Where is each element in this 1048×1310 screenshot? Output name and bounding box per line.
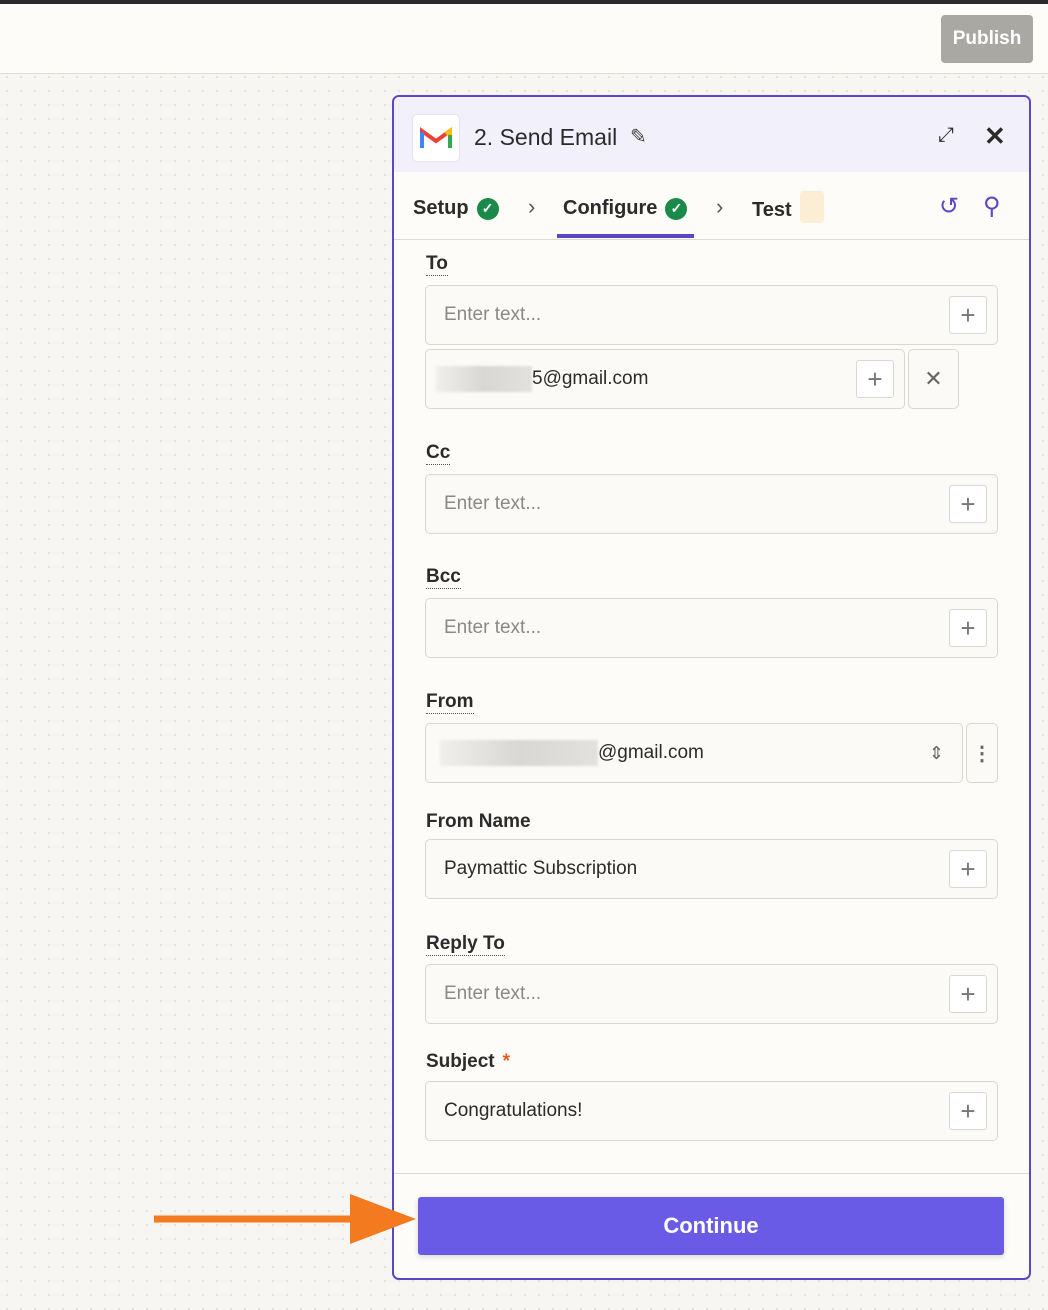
subject-label: Subject * [426,1051,510,1073]
reply-to-input[interactable]: Enter text... + [425,964,998,1024]
step-panel: 2. Send Email ✎ ⤢ ✕ Setup ✓ › Configure ✓ … [392,95,1031,1280]
redacted-text [436,366,532,392]
bcc-placeholder: Enter text... [444,617,542,638]
subject-input[interactable]: Congratulations! + [425,1081,998,1141]
tab-setup[interactable]: Setup ✓ [413,197,499,220]
footer-divider [394,1173,1029,1174]
tab-label: Configure [563,197,658,219]
chevron-right-icon: › [528,194,536,219]
reply-to-placeholder: Enter text... [444,983,542,1004]
plus-icon[interactable]: + [856,360,894,398]
bcc-input[interactable]: Enter text... + [425,598,998,658]
plus-icon[interactable]: + [949,1092,987,1130]
to-input[interactable]: Enter text... + [425,285,998,345]
arrow-annotation-icon [154,1194,416,1244]
cc-placeholder: Enter text... [444,493,542,514]
reply-to-label: Reply To [426,933,505,956]
bcc-label: Bcc [426,566,461,589]
from-name-label: From Name [426,811,531,832]
edit-title-icon[interactable]: ✎ [630,124,647,149]
publish-button[interactable]: Publish [941,15,1033,63]
tab-test[interactable]: Test [752,191,824,223]
subject-value: Congratulations! [444,1100,583,1121]
from-name-input[interactable]: Paymattic Subscription + [425,839,998,899]
refresh-icon[interactable]: ↺ [939,192,959,221]
search-icon[interactable]: ⚲ [983,192,1001,221]
panel-header: 2. Send Email ✎ ⤢ ✕ [394,97,1029,172]
subject-label-text: Subject [426,1051,495,1072]
plus-icon[interactable]: + [949,850,987,888]
to-placeholder: Enter text... [444,304,542,325]
close-icon[interactable]: ✕ [984,121,1006,152]
step-tabs: Setup ✓ › Configure ✓ › Test ↺ ⚲ [394,172,1029,240]
plus-icon[interactable]: + [949,609,987,647]
status-badge [799,191,824,223]
plus-icon[interactable]: + [949,975,987,1013]
remove-button[interactable]: ✕ [908,349,959,409]
plus-icon[interactable]: + [949,296,987,334]
from-select[interactable]: @gmail.com ⇕ [425,723,963,783]
active-tab-indicator [557,234,694,238]
from-label: From [426,691,474,714]
chevron-right-icon: › [716,194,724,219]
panel-title: 2. Send Email [474,124,618,150]
expand-icon[interactable]: ⤢ [938,124,954,147]
top-bar: Publish [0,4,1048,74]
from-name-value: Paymattic Subscription [444,858,638,879]
check-icon: ✓ [476,197,499,220]
check-icon: ✓ [665,197,688,220]
tab-label: Setup [413,197,469,219]
tab-configure[interactable]: Configure ✓ [563,197,688,220]
to-value-input[interactable]: 5@gmail.com + [425,349,905,409]
tab-label: Test [752,198,792,221]
cc-input[interactable]: Enter text... + [425,474,998,534]
chevron-up-down-icon: ⇕ [928,742,944,763]
plus-icon[interactable]: + [949,485,987,523]
required-marker: * [502,1051,511,1072]
gmail-logo-icon [412,114,460,162]
more-options-button[interactable]: ⋮ [966,723,998,783]
to-label: To [426,253,448,276]
continue-button[interactable]: Continue [418,1197,1004,1255]
to-value: 5@gmail.com [532,368,649,389]
cc-label: Cc [426,442,451,465]
redacted-text [440,740,598,766]
from-value: @gmail.com [598,742,704,763]
